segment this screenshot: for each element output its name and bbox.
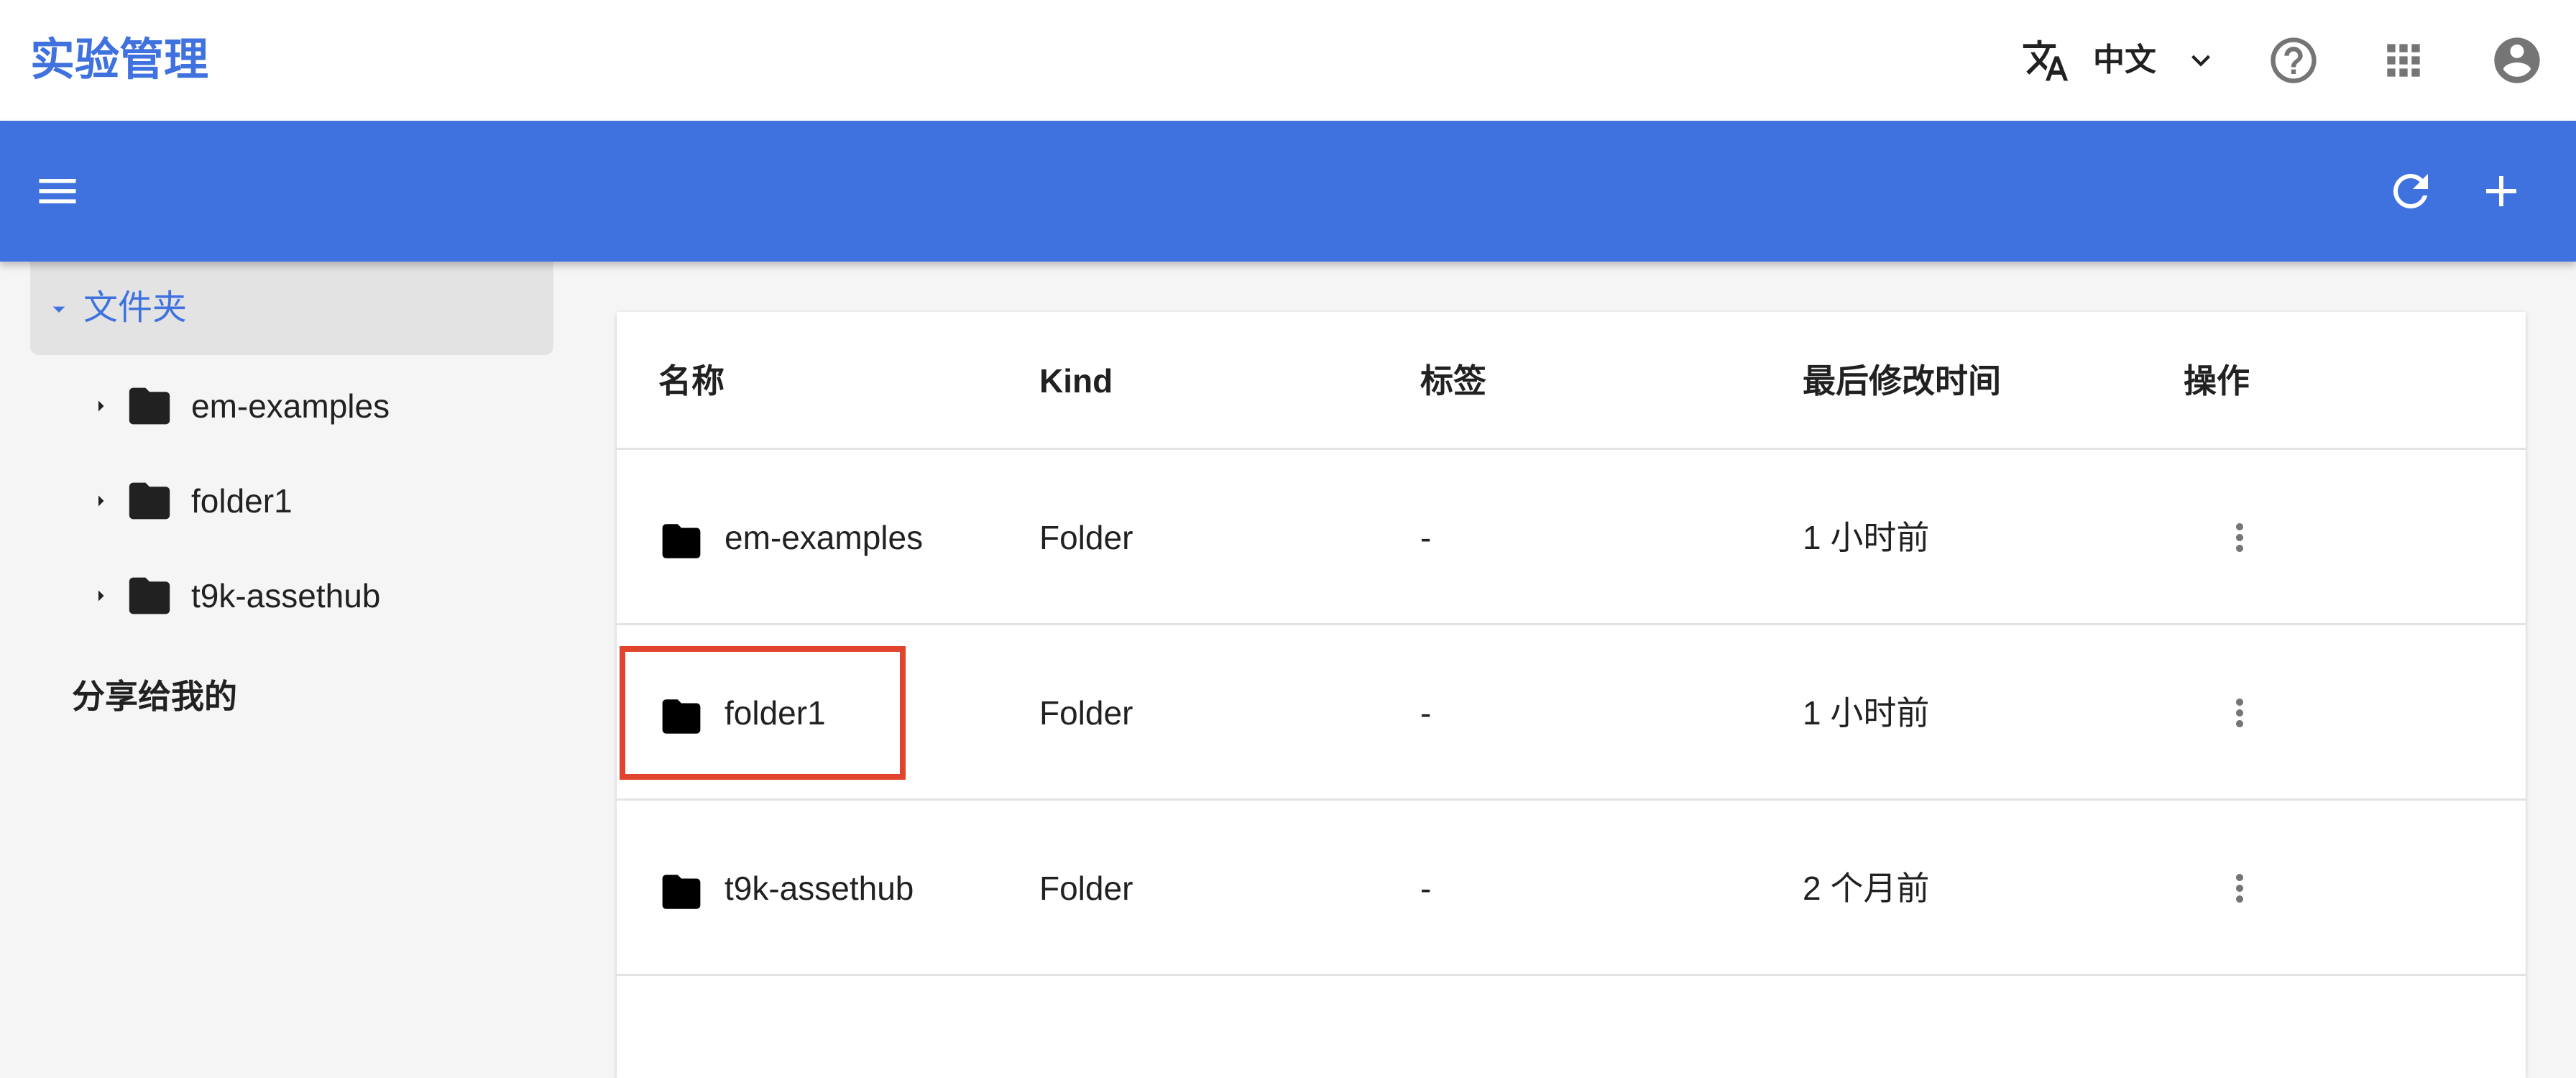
refresh-icon[interactable] [2385,165,2437,217]
row-kind: Folder [1039,519,1133,556]
row-labels: - [1420,519,1432,556]
row-kind: Folder [1039,870,1133,907]
language-selector[interactable]: 中文 [2093,0,2156,121]
table-header: 名称 Kind 标签 最后修改时间 操作 [617,312,2526,450]
folder-icon [125,573,174,618]
folder-icon [658,871,704,913]
help-icon[interactable] [2266,33,2321,88]
column-header-name: 名称 [658,362,724,400]
folder-icon [125,479,174,523]
caret-right-icon[interactable] [88,488,114,514]
column-header-kind: Kind [1039,362,1113,400]
more-vert-icon[interactable] [2218,516,2261,559]
tree-item-label: t9k-assethub [191,577,381,614]
column-header-modified: 最后修改时间 [1803,362,2001,400]
folder-icon [658,520,704,562]
chevron-down-icon[interactable] [2182,42,2220,79]
folder-icon [125,384,174,428]
more-vert-icon[interactable] [2218,867,2261,910]
caret-right-icon[interactable] [88,393,114,419]
caret-right-icon[interactable] [88,583,114,609]
app-bar: 实验管理 中文 [0,0,2576,121]
table-row[interactable]: em-examples Folder - 1 小时前 [617,450,2526,625]
more-vert-icon[interactable] [2218,691,2261,734]
tree-item-label: em-examples [191,387,390,425]
row-modified: 2 个月前 [1803,870,1930,907]
table-row[interactable]: t9k-assethub Folder - 2 个月前 [617,801,2526,976]
highlight-box [620,646,906,780]
menu-icon[interactable] [33,167,82,216]
tree-item-label: folder1 [191,482,293,520]
row-name[interactable]: t9k-assethub [724,801,914,976]
app-title[interactable]: 实验管理 [30,0,208,121]
tree-item-t9k-assethub[interactable]: t9k-assethub [0,556,575,635]
row-labels: - [1420,694,1432,732]
tree-item-folder1[interactable]: folder1 [0,461,575,540]
row-name[interactable]: em-examples [724,450,923,625]
tree-item-em-examples[interactable]: em-examples [0,367,575,446]
account-circle-icon[interactable] [2490,33,2544,88]
row-modified: 1 小时前 [1803,519,1930,556]
column-header-labels: 标签 [1420,362,1486,400]
column-header-actions: 操作 [2184,362,2250,400]
tree-root-folders[interactable]: 文件夹 [30,262,553,355]
row-kind: Folder [1039,694,1133,732]
translate-icon[interactable] [2021,36,2070,85]
sidebar: 文件夹 em-examples folder1 t9k-assethub 分享给… [0,262,575,1078]
sidebar-item-shared-with-me[interactable]: 分享给我的 [72,657,237,736]
row-labels: - [1420,870,1432,907]
apps-grid-icon[interactable] [2379,36,2428,85]
tree-root-label: 文件夹 [83,289,188,327]
caret-down-icon[interactable] [45,295,73,323]
add-icon[interactable] [2475,165,2527,217]
row-modified: 1 小时前 [1803,694,1930,732]
toolbar [0,121,2576,262]
